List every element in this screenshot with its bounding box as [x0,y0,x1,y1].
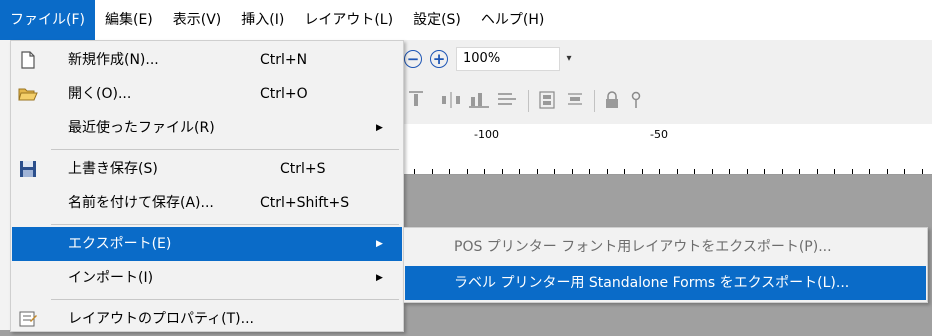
new-document-icon [21,51,35,69]
menu-separator [51,299,399,300]
zoom-dropdown-arrow[interactable]: ▾ [560,47,578,71]
menu-item-export[interactable]: エクスポート(E) ▶ [12,227,402,261]
file-menu: 新規作成(N)... Ctrl+N 開く(O)... Ctrl+O 最近使ったフ… [10,40,404,332]
menu-separator [51,149,399,150]
menu-item-save[interactable]: 上書き保存(S) Ctrl+S [12,152,402,186]
menu-layout[interactable]: レイアウト(L) [294,0,403,40]
submenu-arrow-icon: ▶ [376,239,383,249]
menu-help[interactable]: ヘルプ(H) [471,0,554,40]
ruler-label: -50 [650,128,668,141]
ruler-tick [641,169,643,174]
menu-item-shortcut: Ctrl+O [260,86,308,102]
ruler-tick [886,169,888,174]
ungroup-icon[interactable] [566,91,584,109]
menu-bar: ファイル(F) 編集(E) 表示(V) 挿入(I) レイアウト(L) 設定(S)… [0,0,932,41]
zoom-toolbar: − + 100% ▾ [400,40,932,77]
menu-item-export-standalone-forms[interactable]: ラベル プリンター用 Standalone Forms をエクスポート(L)..… [405,266,926,300]
distribute-horizontal-icon[interactable] [440,91,462,109]
align-bottom-icon[interactable] [468,91,490,109]
menu-item-shortcut: Ctrl+N [260,52,308,68]
zoom-out-button[interactable]: − [404,50,422,68]
menu-item-label: 上書き保存(S) [68,161,158,177]
ruler-tick [484,169,485,174]
ruler-tick [624,169,625,174]
ruler-tick [729,169,730,174]
properties-icon [19,311,37,327]
menu-separator [51,224,399,225]
menu-item-export-pos-layout[interactable]: POS プリンター フォント用レイアウトをエクスポート(P)... [405,230,926,264]
ruler-tick [414,169,415,174]
ruler-tick [799,169,800,174]
ruler-tick [694,169,695,174]
menu-item-label: インポート(I) [68,270,154,286]
menu-view[interactable]: 表示(V) [163,0,232,40]
ruler-tick [536,169,538,174]
menu-item-label: レイアウトのプロパティ(T)... [68,311,254,327]
align-text-icon[interactable] [496,91,518,109]
ruler-tick [921,169,923,174]
ruler-tick [869,169,870,174]
ruler-tick [606,169,608,174]
menu-file[interactable]: ファイル(F) [0,0,95,40]
menu-item-recent-files[interactable]: 最近使ったファイル(R) ▶ [12,111,402,145]
ruler-tick [449,169,450,174]
menu-item-open[interactable]: 開く(O)... Ctrl+O [12,77,402,111]
lock-icon[interactable] [604,91,620,109]
zoom-combobox[interactable]: 100% [456,47,560,71]
save-disk-icon [20,161,36,177]
ruler-tick [904,169,905,174]
ruler-tick [589,169,590,174]
ruler-tick [711,169,713,174]
menu-settings[interactable]: 設定(S) [403,0,471,40]
submenu-arrow-icon: ▶ [376,273,383,283]
menu-edit[interactable]: 編集(E) [95,0,163,40]
export-submenu: POS プリンター フォント用レイアウトをエクスポート(P)... ラベル プリ… [403,227,928,303]
menu-item-label: 最近使ったファイル(R) [68,120,215,136]
ruler-tick [466,169,468,174]
zoom-in-button[interactable]: + [430,50,448,68]
align-top-icon[interactable] [408,91,424,109]
alignment-toolbar [400,76,932,125]
ruler-tick [746,169,748,174]
pin-icon[interactable] [630,91,642,109]
menu-item-label: エクスポート(E) [68,236,172,252]
ruler-tick [501,169,503,174]
ruler-tick [764,169,765,174]
ruler-tick [781,169,783,174]
menu-item-label: 開く(O)... [68,86,132,102]
ruler-tick [431,169,433,174]
submenu-arrow-icon: ▶ [376,123,383,133]
menu-item-import[interactable]: インポート(I) ▶ [12,261,402,295]
menu-item-label: 名前を付けて保存(A)... [68,195,214,211]
ruler-tick [851,169,853,174]
ruler-tick [571,169,573,174]
horizontal-ruler: -100 -50 [400,124,932,175]
ruler-tick [519,169,520,174]
ruler-tick [834,169,835,174]
menu-item-new[interactable]: 新規作成(N)... Ctrl+N [12,43,402,77]
menu-insert[interactable]: 挿入(I) [231,0,294,40]
menu-item-shortcut: Ctrl+S [280,161,326,177]
open-folder-icon [18,88,38,101]
menu-item-label: ラベル プリンター用 Standalone Forms をエクスポート(L)..… [454,275,850,291]
zoom-value: 100% [463,51,501,66]
ruler-tick [816,169,818,174]
group-icon[interactable] [538,91,556,109]
toolbar-separator [528,90,529,112]
menu-item-shortcut: Ctrl+Shift+S [260,195,350,211]
ruler-label: -100 [474,128,499,141]
ruler-tick [659,169,660,174]
ruler-tick [676,169,678,174]
toolbar-separator [594,90,595,112]
menu-item-label: POS プリンター フォント用レイアウトをエクスポート(P)... [454,239,832,255]
menu-item-layout-properties[interactable]: レイアウトのプロパティ(T)... [12,302,402,336]
menu-item-save-as[interactable]: 名前を付けて保存(A)... Ctrl+Shift+S [12,186,402,220]
menu-item-label: 新規作成(N)... [68,52,159,68]
ruler-tick [554,169,555,174]
